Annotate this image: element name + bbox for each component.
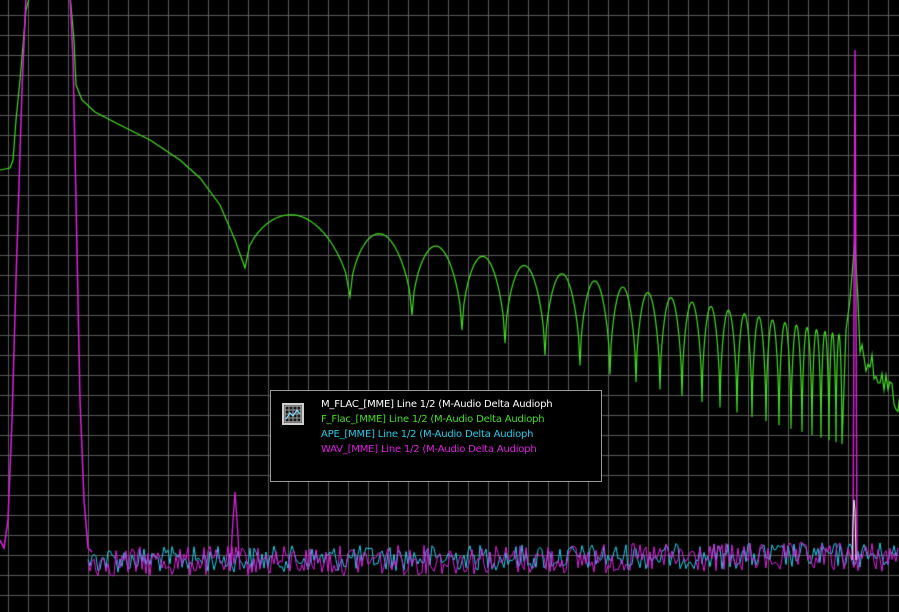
grid-chart-icon[interactable] [282, 403, 304, 425]
legend-item-wav: WAV_[MME] Line 1/2 (M-Audio Delta Audiop… [321, 444, 537, 455]
legend-item-f-flac: F_Flac_[MME] Line 1/2 (M-Audio Delta Aud… [321, 414, 545, 425]
spectrum-plot [0, 0, 899, 612]
legend-item-ape: APE_[MME] Line 1/2 (M-Audio Delta Audiop… [321, 429, 534, 440]
chart-legend: M_FLAC_[MME] Line 1/2 (M-Audio Delta Aud… [270, 390, 602, 482]
legend-item-m-flac: M_FLAC_[MME] Line 1/2 (M-Audio Delta Aud… [321, 399, 553, 410]
